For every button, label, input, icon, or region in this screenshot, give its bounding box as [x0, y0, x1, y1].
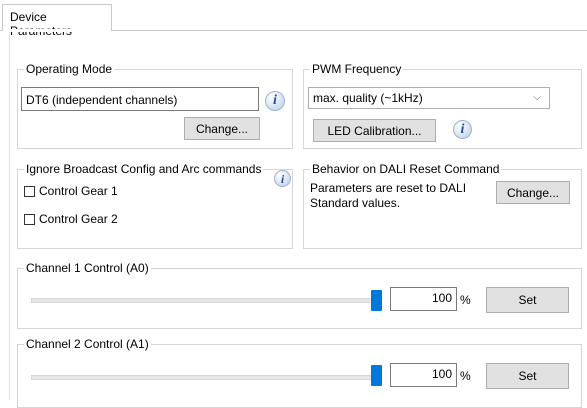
- dali-reset-change-button[interactable]: Change...: [496, 181, 570, 204]
- operating-mode-value: DT6 (independent channels): [21, 87, 259, 111]
- dali-reset-title: Behavior on DALI Reset Command: [310, 162, 502, 176]
- channel-1-set-button[interactable]: Set: [486, 287, 569, 313]
- info-icon-glyph: i: [280, 171, 285, 186]
- dali-reset-description: Parameters are reset to DALI Standard va…: [310, 181, 467, 210]
- channel-2-unit: %: [460, 369, 471, 383]
- operating-mode-change-button[interactable]: Change...: [184, 117, 260, 140]
- control-gear-1-checkbox[interactable]: [24, 185, 35, 197]
- pwm-frequency-selected: max. quality (~1kHz): [313, 91, 423, 105]
- channel-2-slider-thumb[interactable]: [371, 365, 382, 386]
- led-calibration-button[interactable]: LED Calibration...: [313, 119, 436, 142]
- pwm-frequency-select[interactable]: max. quality (~1kHz) ⌵: [308, 87, 550, 109]
- pwm-frequency-title: PWM Frequency: [310, 62, 404, 76]
- channel-1-unit: %: [460, 293, 471, 307]
- panel-left-border: [9, 30, 10, 400]
- operating-mode-title: Operating Mode: [24, 62, 115, 76]
- chevron-down-icon: ⌵: [533, 92, 541, 103]
- control-gear-1-checkbox-row[interactable]: Control Gear 1: [24, 184, 118, 198]
- channel-1-title: Channel 1 Control (A0): [24, 261, 151, 275]
- control-gear-2-checkbox-row[interactable]: Control Gear 2: [24, 212, 118, 226]
- info-icon[interactable]: i: [265, 91, 285, 111]
- info-icon-glyph: i: [460, 121, 465, 137]
- channel-1-value-input[interactable]: 100: [390, 287, 457, 311]
- ignore-broadcast-title: Ignore Broadcast Config and Arc commands: [24, 162, 264, 176]
- control-gear-2-checkbox[interactable]: [24, 213, 35, 225]
- info-icon[interactable]: i: [453, 120, 472, 139]
- channel-1-slider-track[interactable]: [31, 298, 382, 303]
- channel-2-value-input[interactable]: 100: [390, 363, 457, 387]
- channel-2-title: Channel 2 Control (A1): [24, 337, 151, 351]
- channel-2-slider-track[interactable]: [31, 375, 382, 380]
- info-icon-glyph: i: [273, 93, 277, 108]
- info-icon[interactable]: i: [274, 170, 291, 187]
- control-gear-2-label: Control Gear 2: [39, 212, 118, 226]
- tab-active-joint: [3, 29, 111, 32]
- control-gear-1-label: Control Gear 1: [39, 184, 118, 198]
- ignore-broadcast-group: Ignore Broadcast Config and Arc commands: [17, 162, 293, 249]
- tab-device-parameters[interactable]: Device Parameters: [2, 4, 112, 38]
- channel-1-slider-thumb[interactable]: [371, 290, 382, 311]
- channel-2-set-button[interactable]: Set: [486, 363, 569, 389]
